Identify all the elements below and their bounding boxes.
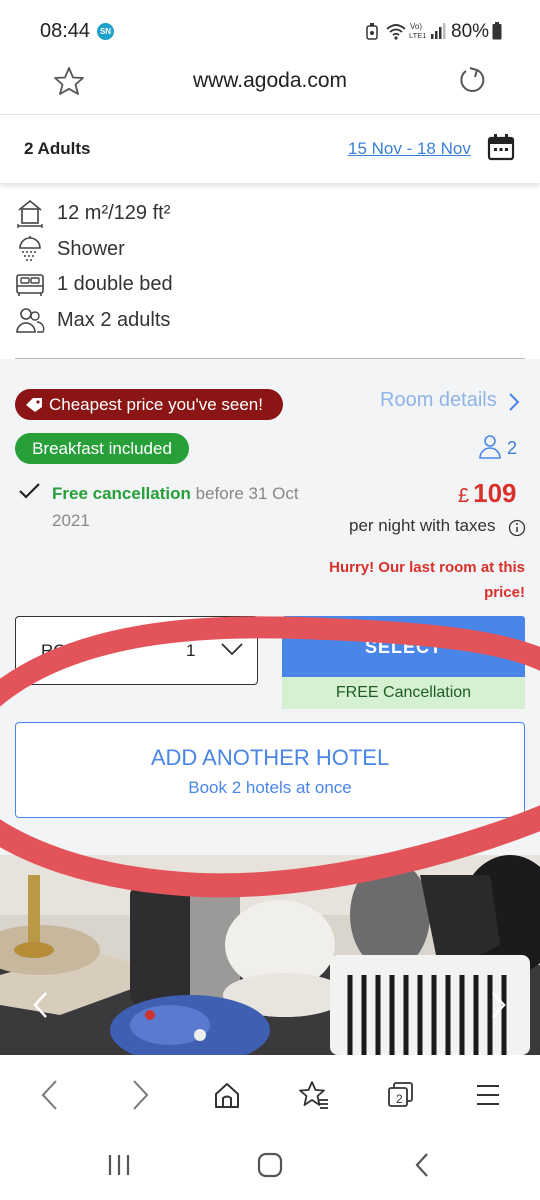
- tabs-count: 2: [396, 1092, 403, 1106]
- status-time: 08:44: [40, 20, 91, 42]
- guests-count[interactable]: 2 Adults: [24, 139, 90, 159]
- wifi-icon: [386, 24, 406, 40]
- amenity-bed: 1 double bed: [15, 269, 173, 299]
- bed-icon: [16, 274, 44, 296]
- notification-badge-icon: SN: [97, 23, 114, 40]
- rooms-label: ROOMS: [41, 641, 106, 660]
- back-button[interactable]: [32, 1077, 68, 1113]
- chevron-right-icon[interactable]: [506, 391, 522, 413]
- reload-icon[interactable]: [456, 66, 486, 96]
- add-hotel-subtitle: Book 2 hotels at once: [188, 778, 352, 797]
- chevron-down-icon[interactable]: [220, 641, 244, 657]
- checkmark-icon: [19, 483, 40, 499]
- people-icon: [16, 308, 45, 333]
- signal-icon: [431, 23, 446, 39]
- shower-icon: [19, 236, 41, 261]
- person-icon: [479, 435, 501, 459]
- amenity-label: 12 m²/129 ft²: [57, 201, 171, 224]
- amenity-max-occupancy: Max 2 adults: [15, 305, 170, 335]
- battery-icon: [492, 22, 502, 40]
- urgency-message: Hurry! Our last room at this price!: [329, 559, 525, 601]
- bookmarks-button[interactable]: [296, 1077, 332, 1113]
- free-cancellation-info: Free cancellation before 31 Oct 2021: [52, 480, 312, 534]
- home-icon: [215, 1083, 239, 1108]
- tabs-button[interactable]: 2: [383, 1077, 419, 1113]
- amenities-list: 12 m²/129 ft² Shower 1 double bed Max 2 …: [0, 183, 540, 359]
- breakfast-included-badge: Breakfast included: [15, 433, 189, 464]
- date-range-link[interactable]: 15 Nov - 18 Nov: [348, 139, 471, 159]
- info-icon[interactable]: [508, 519, 526, 537]
- forward-icon: [133, 1080, 149, 1110]
- cheapest-price-badge: Cheapest price you've seen!: [15, 389, 283, 420]
- select-room-button[interactable]: SELECT: [282, 616, 525, 678]
- home-button[interactable]: [209, 1077, 245, 1113]
- per-night-label: per night with taxes: [349, 516, 496, 535]
- add-hotel-title: ADD ANOTHER HOTEL: [150, 745, 390, 770]
- currency-symbol: £: [458, 485, 470, 507]
- volte-icon: Vo) LTE1: [409, 22, 426, 40]
- room-size-icon: [17, 199, 43, 228]
- recents-icon[interactable]: [106, 1152, 132, 1178]
- browser-toolbar: [0, 1055, 540, 1133]
- forward-button[interactable]: [122, 1077, 158, 1113]
- alarm-icon: [366, 23, 378, 40]
- back-nav-icon[interactable]: [410, 1152, 436, 1178]
- menu-button[interactable]: [470, 1077, 506, 1113]
- svg-text:LTE1: LTE1: [409, 31, 426, 40]
- rooms-value: 1: [186, 641, 196, 660]
- free-cancellation-strip: FREE Cancellation: [282, 677, 525, 709]
- tag-icon: [26, 397, 42, 412]
- menu-icon: [477, 1085, 499, 1105]
- price-amount: 109: [473, 478, 517, 508]
- cheapest-price-text: Cheapest price you've seen!: [49, 394, 263, 414]
- price: £109: [458, 478, 517, 509]
- home-button-icon[interactable]: [257, 1152, 283, 1178]
- free-cancellation-label: Free cancellation: [52, 484, 191, 503]
- photo-next-icon[interactable]: [487, 990, 509, 1020]
- amenity-label: 1 double bed: [57, 272, 173, 295]
- amenity-label: Shower: [57, 237, 125, 260]
- bookmarks-icon: [299, 1081, 328, 1109]
- add-another-hotel-button[interactable]: ADD ANOTHER HOTEL Book 2 hotels at once: [15, 722, 525, 818]
- svg-text:Vo): Vo): [410, 22, 422, 31]
- back-icon: [41, 1080, 57, 1110]
- amenity-label: Max 2 adults: [57, 308, 171, 331]
- room-details-link[interactable]: Room details: [380, 389, 497, 412]
- calendar-icon[interactable]: [487, 133, 515, 161]
- amenity-shower: Shower: [15, 234, 125, 264]
- room-photo[interactable]: [0, 855, 540, 1055]
- occupancy-count: 2: [507, 438, 518, 458]
- photo-prev-icon[interactable]: [30, 990, 52, 1020]
- battery-percent: 80%: [451, 21, 490, 42]
- amenity-room-size: 12 m²/129 ft²: [15, 198, 170, 228]
